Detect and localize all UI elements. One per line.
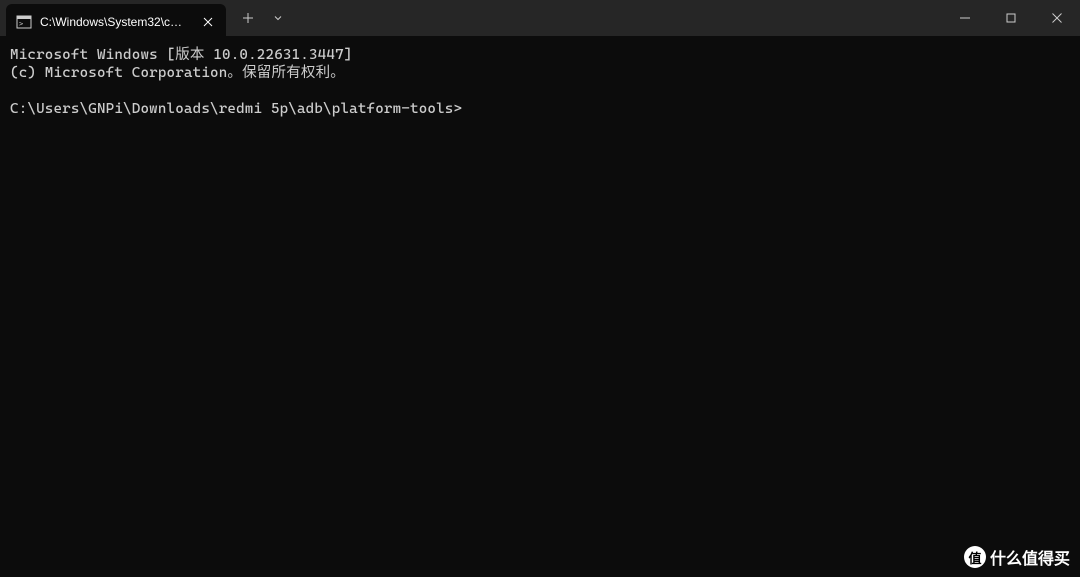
maximize-button[interactable] (988, 0, 1034, 36)
terminal-output[interactable]: Microsoft Windows [版本 10.0.22631.3447] (… (0, 36, 1080, 129)
new-tab-button[interactable] (232, 2, 264, 34)
minimize-button[interactable] (942, 0, 988, 36)
svg-text:>_: >_ (19, 20, 28, 28)
tab-area: >_ C:\Windows\System32\cmd.e (0, 0, 942, 36)
close-window-button[interactable] (1034, 0, 1080, 36)
tab-close-button[interactable] (200, 14, 216, 30)
prompt-line: C:\Users\GNPi\Downloads\redmi 5p\adb\pla… (10, 101, 462, 117)
output-line: Microsoft Windows [版本 10.0.22631.3447] (10, 47, 352, 63)
titlebar: >_ C:\Windows\System32\cmd.e (0, 0, 1080, 36)
window-controls (942, 0, 1080, 36)
output-line: (c) Microsoft Corporation。保留所有权利。 (10, 65, 345, 81)
tab-title: C:\Windows\System32\cmd.e (40, 15, 192, 29)
watermark-badge: 值 (964, 546, 986, 568)
tab-active[interactable]: >_ C:\Windows\System32\cmd.e (6, 4, 226, 40)
tab-dropdown-button[interactable] (266, 2, 290, 34)
cmd-icon: >_ (16, 14, 32, 30)
watermark: 值 什么值得买 (964, 545, 1070, 569)
watermark-text: 什么值得买 (990, 545, 1070, 569)
tab-actions (226, 0, 290, 36)
